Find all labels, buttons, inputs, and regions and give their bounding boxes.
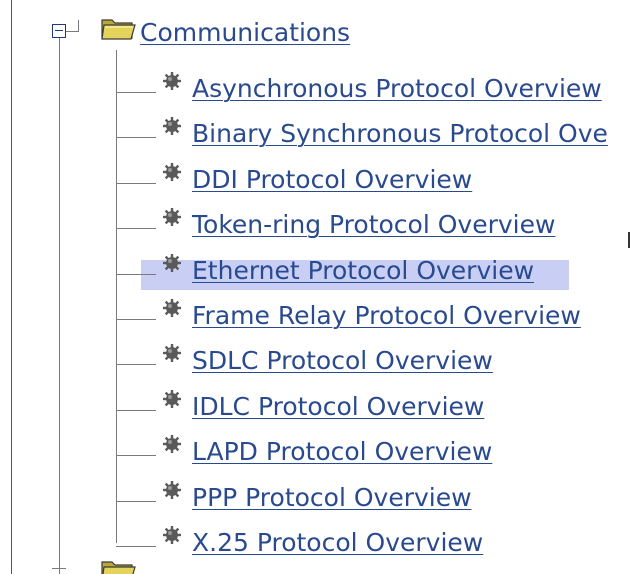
document-bullet-icon bbox=[163, 481, 181, 499]
tree-connector bbox=[116, 92, 156, 93]
document-bullet-icon bbox=[163, 526, 181, 544]
document-bullet-icon bbox=[163, 254, 181, 272]
tree-item-link[interactable]: X.25 Protocol Overview bbox=[192, 528, 483, 557]
tree-item[interactable]: Asynchronous Protocol Overview bbox=[0, 70, 631, 110]
tree-view: Communications Asynchronous Protocol Ove… bbox=[0, 0, 631, 574]
expander-connector bbox=[66, 31, 78, 32]
tree-item[interactable]: DDI Protocol Overview bbox=[0, 161, 631, 201]
tree-item[interactable]: Frame Relay Protocol Overview bbox=[0, 297, 631, 337]
tree-item[interactable]: Token-ring Protocol Overview bbox=[0, 206, 631, 246]
document-bullet-icon bbox=[163, 117, 181, 135]
text-cursor bbox=[628, 232, 630, 248]
tree-item-link[interactable]: Asynchronous Protocol Overview bbox=[192, 74, 602, 103]
tree-item[interactable]: Ethernet Protocol Overview bbox=[0, 252, 631, 292]
tree-item-link[interactable]: DDI Protocol Overview bbox=[192, 165, 472, 194]
tree-connector bbox=[116, 183, 156, 184]
tree-item[interactable]: PPP Protocol Overview bbox=[0, 479, 631, 519]
tree-item-link[interactable]: LAPD Protocol Overview bbox=[192, 437, 492, 466]
tree-connector bbox=[116, 228, 156, 229]
tree-connector bbox=[116, 319, 156, 320]
tree-item[interactable]: Binary Synchronous Protocol Ove bbox=[0, 115, 631, 155]
tree-connector bbox=[116, 137, 156, 138]
tree-item-link[interactable]: SDLC Protocol Overview bbox=[192, 346, 493, 375]
tree-item[interactable]: IDLC Protocol Overview bbox=[0, 388, 631, 428]
tree-item-link[interactable]: IDLC Protocol Overview bbox=[192, 392, 484, 421]
tree-connector bbox=[116, 455, 156, 456]
folder-tick bbox=[78, 20, 79, 32]
tree-item[interactable]: SDLC Protocol Overview bbox=[0, 342, 631, 382]
tree-connector bbox=[116, 364, 156, 365]
tree-item-link[interactable]: Ethernet Protocol Overview bbox=[192, 256, 534, 285]
tree-item-link[interactable]: PPP Protocol Overview bbox=[192, 483, 472, 512]
document-bullet-icon bbox=[163, 163, 181, 181]
next-node-connector bbox=[52, 568, 66, 569]
tree-connector bbox=[116, 546, 156, 547]
tree-item-link[interactable]: Binary Synchronous Protocol Ove bbox=[192, 119, 608, 148]
folder-icon bbox=[101, 561, 136, 574]
tree-item-link[interactable]: Token-ring Protocol Overview bbox=[192, 210, 555, 239]
document-bullet-icon bbox=[163, 299, 181, 317]
tree-item-link[interactable]: Frame Relay Protocol Overview bbox=[192, 301, 581, 330]
document-bullet-icon bbox=[163, 208, 181, 226]
collapse-toggle[interactable] bbox=[52, 24, 66, 38]
tree-connector bbox=[116, 501, 156, 502]
document-bullet-icon bbox=[163, 344, 181, 362]
tree-connector bbox=[116, 410, 156, 411]
minus-icon bbox=[55, 30, 63, 31]
document-bullet-icon bbox=[163, 435, 181, 453]
folder-icon bbox=[101, 19, 136, 40]
document-bullet-icon bbox=[163, 72, 181, 90]
document-bullet-icon bbox=[163, 390, 181, 408]
tree-root-communications[interactable]: Communications bbox=[140, 18, 350, 47]
tree-connector bbox=[116, 274, 156, 275]
tree-item[interactable]: LAPD Protocol Overview bbox=[0, 433, 631, 473]
tree-item[interactable]: X.25 Protocol Overview bbox=[0, 524, 631, 564]
